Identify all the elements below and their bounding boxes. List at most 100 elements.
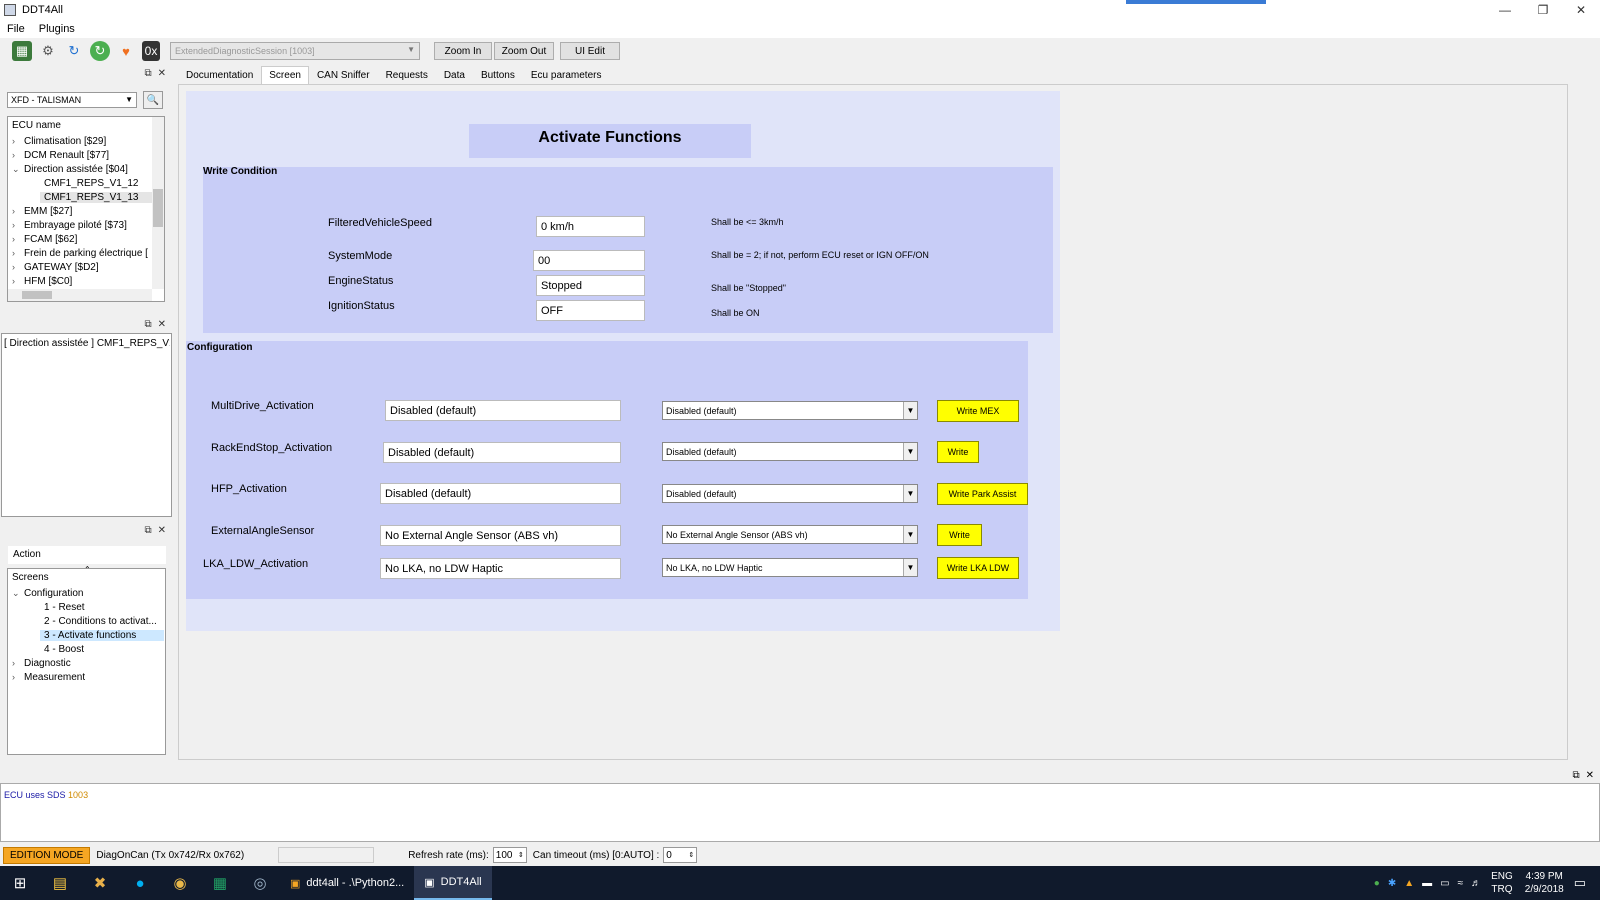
tree-item[interactable]: › Frein de parking électrique [: [12, 248, 152, 259]
chevron-down-icon: ▼: [407, 45, 415, 54]
lang-secondary: TRQ: [1491, 884, 1513, 895]
tree-item-selected[interactable]: 3 - Activate functions: [40, 630, 164, 641]
select-value: Disabled (default): [666, 488, 737, 499]
tree-item[interactable]: › Climatisation [$29]: [12, 136, 106, 147]
search-icon[interactable]: 🔍: [143, 91, 163, 109]
close-icon[interactable]: ✕: [1562, 0, 1600, 20]
tab-buttons[interactable]: Buttons: [473, 66, 523, 84]
menu-file[interactable]: File: [0, 23, 32, 35]
tree-item[interactable]: ⌄ Direction assistée [$04]: [12, 164, 128, 175]
vertical-scrollbar[interactable]: [152, 117, 164, 289]
spinner-arrows-icon[interactable]: ⇕: [518, 851, 524, 859]
close-dock-icon[interactable]: ✕: [158, 525, 166, 536]
float-icon[interactable]: ⧉: [144, 525, 151, 536]
wifi-icon[interactable]: ≈: [1458, 878, 1464, 889]
rackendstop-value: Disabled (default): [383, 442, 621, 463]
battery-icon[interactable]: ▭: [1440, 878, 1449, 889]
float-icon[interactable]: ⧉: [144, 319, 151, 330]
tree-item[interactable]: › FCAM [$62]: [12, 234, 77, 245]
edition-mode-badge[interactable]: EDITION MODE: [3, 846, 91, 864]
tree-item[interactable]: CMF1_REPS_V1_12: [44, 178, 139, 189]
heartbeat-icon[interactable]: ♥: [116, 41, 136, 61]
tree-item[interactable]: › EMM [$27]: [12, 206, 72, 217]
scrollbar-thumb[interactable]: [153, 189, 163, 227]
file-explorer-icon[interactable]: ▤: [40, 866, 80, 900]
field-label: SystemMode: [328, 250, 393, 262]
taskbar-window-python[interactable]: ▣ ddt4all - .\Python2...: [280, 866, 414, 900]
reload-icon[interactable]: ↻: [90, 41, 110, 61]
tree-item[interactable]: 1 - Reset: [44, 602, 85, 613]
rackendstop-select[interactable]: Disabled (default) ▼: [662, 442, 918, 461]
selected-ecu-item[interactable]: [ Direction assistée ] CMF1_REPS_V1_1: [4, 338, 170, 349]
configuration-label: Configuration: [187, 342, 253, 353]
float-icon[interactable]: ⧉: [1572, 770, 1579, 781]
config-label: LKA_LDW_Activation: [203, 558, 309, 570]
windows-start-icon[interactable]: ⊞: [0, 866, 40, 900]
vehicle-select[interactable]: XFD - TALISMAN ▼: [7, 92, 137, 108]
python-icon[interactable]: ◎: [240, 866, 280, 900]
hfp-select[interactable]: Disabled (default) ▼: [662, 484, 918, 503]
refresh-icon[interactable]: ↻: [64, 41, 84, 61]
external-angle-select[interactable]: No External Angle Sensor (ABS vh) ▼: [662, 525, 918, 544]
write-lka-ldw-button[interactable]: Write LKA LDW: [937, 557, 1019, 579]
tree-item[interactable]: ⌄ Configuration: [12, 588, 83, 599]
multidrive-select[interactable]: Disabled (default) ▼: [662, 401, 918, 420]
chrome-icon[interactable]: ◉: [160, 866, 200, 900]
tab-ecu-parameters[interactable]: Ecu parameters: [523, 66, 610, 84]
tree-item-label: DCM Renault [$77]: [24, 150, 110, 161]
zoom-in-button[interactable]: Zoom In: [434, 42, 492, 60]
tab-can-sniffer[interactable]: CAN Sniffer: [309, 66, 378, 84]
write-rackendstop-button[interactable]: Write: [937, 441, 979, 463]
scrollbar-thumb[interactable]: [22, 291, 52, 299]
close-dock-icon[interactable]: ✕: [158, 319, 166, 330]
alert-icon[interactable]: ▲: [1404, 878, 1414, 889]
tab-screen[interactable]: Screen: [261, 66, 309, 84]
language-indicator[interactable]: ENG TRQ: [1491, 870, 1513, 896]
tree-item[interactable]: › HFM [$C0]: [12, 276, 72, 287]
tree-item[interactable]: › Diagnostic: [12, 658, 71, 669]
skype-icon[interactable]: ●: [120, 866, 160, 900]
close-dock-icon[interactable]: ✕: [1586, 770, 1594, 781]
chevron-up-icon[interactable]: ⌃: [84, 565, 91, 574]
ui-edit-button[interactable]: UI Edit: [560, 42, 620, 60]
horizontal-scrollbar[interactable]: [8, 289, 152, 301]
restore-icon[interactable]: ❐: [1524, 0, 1562, 20]
close-dock-icon[interactable]: ✕: [158, 68, 166, 79]
tree-item[interactable]: › Measurement: [12, 672, 85, 683]
tab-documentation[interactable]: Documentation: [178, 66, 261, 84]
write-park-assist-button[interactable]: Write Park Assist: [937, 483, 1028, 505]
settings-icon[interactable]: ⚙: [38, 41, 58, 61]
tree-item[interactable]: › GATEWAY [$D2]: [12, 262, 99, 273]
tree-item[interactable]: › Embrayage piloté [$73]: [12, 220, 152, 231]
bluetooth-icon[interactable]: ✱: [1388, 878, 1396, 889]
spinner-arrows-icon[interactable]: ⇕: [688, 851, 694, 859]
tree-item[interactable]: › DCM Renault [$77]: [12, 150, 109, 161]
volume-icon[interactable]: ♬: [1471, 878, 1481, 889]
float-icon[interactable]: ⧉: [144, 68, 151, 79]
taskbar-window-ddt4all[interactable]: ▣ DDT4All: [414, 866, 492, 900]
timeout-spinner[interactable]: 0 ⇕: [663, 847, 698, 863]
connect-icon[interactable]: ▦: [12, 41, 32, 61]
excel-icon[interactable]: ▦: [200, 866, 240, 900]
hex-button[interactable]: 0x: [142, 41, 160, 61]
usb-icon[interactable]: ▬: [1422, 878, 1432, 889]
zoom-out-button[interactable]: Zoom Out: [494, 42, 554, 60]
tree-item[interactable]: 2 - Conditions to activat...: [44, 616, 157, 627]
network-tray-icon[interactable]: ●: [1374, 878, 1380, 889]
session-select[interactable]: ExtendedDiagnosticSession [1003] ▼: [170, 42, 420, 60]
tree-item-selected[interactable]: CMF1_REPS_V1_13: [40, 192, 152, 203]
condition-note: Shall be "Stopped": [711, 283, 786, 293]
tree-item[interactable]: 4 - Boost: [44, 644, 84, 655]
refresh-rate-spinner[interactable]: 100 ⇕: [492, 847, 527, 863]
write-external-angle-button[interactable]: Write: [937, 524, 982, 546]
tab-data[interactable]: Data: [436, 66, 473, 84]
write-mex-button[interactable]: Write MEX: [937, 400, 1019, 422]
notification-icon[interactable]: ▭: [1574, 875, 1586, 891]
app-icon: [4, 4, 16, 16]
tab-requests[interactable]: Requests: [378, 66, 436, 84]
tools-icon[interactable]: ✖: [80, 866, 120, 900]
minimize-icon[interactable]: —: [1486, 0, 1524, 20]
menu-plugins[interactable]: Plugins: [32, 23, 82, 35]
lka-ldw-select[interactable]: No LKA, no LDW Haptic ▼: [662, 558, 918, 577]
clock[interactable]: 4:39 PM 2/9/2018: [1525, 870, 1564, 896]
